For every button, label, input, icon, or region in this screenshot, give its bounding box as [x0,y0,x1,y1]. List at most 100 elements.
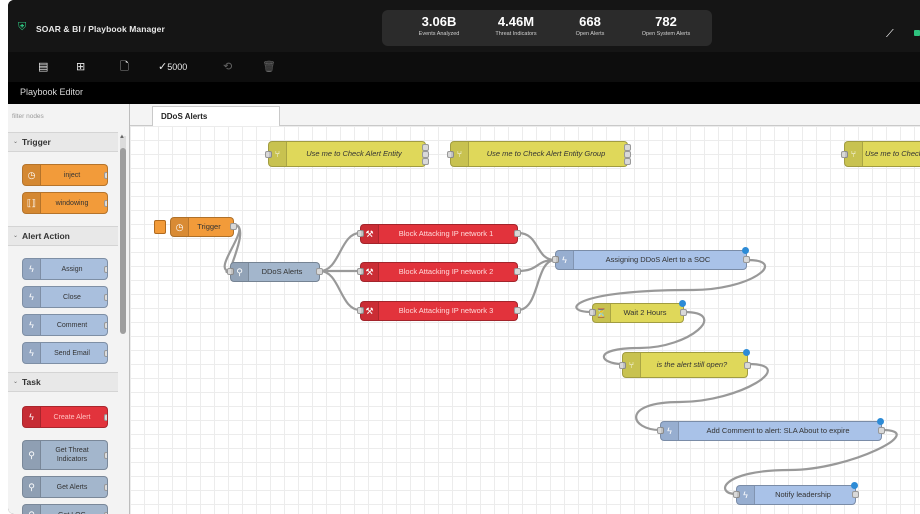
search-icon: ⚲ [231,263,249,281]
palette-node-get-threat-indicators[interactable]: ⚲ Get Threat Indicators [22,440,108,470]
category-trigger[interactable]: ⌄ Trigger [8,132,118,152]
output-port[interactable] [104,350,107,357]
bolt-icon: ϟ [661,422,679,440]
trend-icon[interactable]: ⟋ [886,28,894,41]
palette-node-send-email[interactable]: ϟ Send Email [22,342,108,364]
output-port[interactable] [624,144,631,151]
trash-icon[interactable]: 🗑 [262,60,276,74]
filter-nodes-input[interactable]: filter nodes [12,111,120,123]
palette-scrollbar-thumb[interactable] [120,148,126,334]
output-port[interactable] [744,362,751,369]
trigger-button[interactable] [154,220,166,234]
node-trigger[interactable]: ◷ Trigger [170,217,237,237]
output-port[interactable] [104,294,107,301]
palette-node-inject[interactable]: ◷ inject [22,164,108,186]
changed-indicator [679,300,686,307]
output-port[interactable] [743,256,750,263]
output-port[interactable] [422,158,429,165]
output-port[interactable] [104,172,107,179]
output-port[interactable] [104,266,107,273]
bolt-icon: ϟ [737,486,755,504]
search-icon: ⚲ [23,505,41,514]
node-block-ip-1[interactable]: ⚒ Block Attacking IP network 1 [357,224,521,244]
node-notify-leadership[interactable]: ϟ Notify leadership [733,482,859,505]
output-port[interactable] [624,151,631,158]
add-box-icon[interactable]: ⊞ [76,60,85,74]
check-button[interactable]: ✓5000 [158,60,187,74]
output-port[interactable] [104,414,107,421]
search-icon: ⚲ [23,477,41,497]
palette-node-get-alerts[interactable]: ⚲ Get Alerts [22,476,108,498]
editor-header: Playbook Editor [8,82,920,104]
bolt-icon: ϟ [23,343,41,363]
stat-threats: 4.46M Threat Indicators [495,14,537,37]
palette-node-windowing[interactable]: ⟦⟧ windowing [22,192,108,214]
wire-ddos-block1 [319,231,361,273]
category-alert-action[interactable]: ⌄ Alert Action [8,226,118,246]
app-window: ⛨ SOAR & BI / Playbook Manager 3.06B Eve… [8,0,920,514]
node-check-alert-entity-group[interactable]: ⑂ Use me to Check Alert Entity Group [447,141,631,167]
chevron-down-icon: ⌄ [13,233,19,239]
brackets-icon: ⟦⟧ [23,193,41,213]
bolt-icon: ϟ [23,259,41,279]
switch-icon: ⑂ [451,142,469,166]
flow-canvas[interactable]: ⑂ Use me to Check Alert Entity ⑂ Use me … [130,126,920,514]
node-block-ip-3[interactable]: ⚒ Block Attacking IP network 3 [357,301,521,321]
flow-wires [223,223,898,496]
changed-indicator [851,482,858,489]
category-task[interactable]: ⌄ Task [8,372,118,392]
chevron-down-icon: ⌄ [13,139,19,145]
changed-indicator [743,349,750,356]
clock-icon: ◷ [23,165,41,185]
palette-node-assign[interactable]: ϟ Assign [22,258,108,280]
output-port[interactable] [104,452,107,459]
output-port[interactable] [422,144,429,151]
node-palette: filter nodes ▲ ⌄ Trigger ◷ inject ⟦⟧ win… [8,104,130,514]
wrench-icon: ⚒ [361,263,379,281]
add-file-icon[interactable]: 🗋 [120,60,129,74]
bolt-icon: ϟ [23,407,41,427]
wire-ddos-block3 [319,269,361,312]
switch-icon: ⑂ [845,142,863,166]
stat-events: 3.06B Events Analyzed [418,14,460,37]
output-port[interactable] [316,268,323,275]
top-bar: ⛨ SOAR & BI / Playbook Manager 3.06B Eve… [8,0,920,52]
list-icon[interactable]: ▤ [38,60,48,74]
changed-indicator [877,418,884,425]
node-block-ip-2[interactable]: ⚒ Block Attacking IP network 2 [357,262,521,282]
scroll-up-icon[interactable]: ▲ [119,134,125,140]
node-assign-soc[interactable]: ϟ Assigning DDoS Alert to a SOC [552,247,750,270]
output-port[interactable] [680,309,687,316]
toolbar: ▤ ⊞ 🗋 ✓5000 ⟲ 🗑 [8,52,920,82]
output-port[interactable] [230,223,237,230]
stats-panel: 3.06B Events Analyzed 4.46M Threat Indic… [382,10,712,46]
output-port[interactable] [104,322,107,329]
output-port[interactable] [514,230,521,237]
node-add-comment[interactable]: ϟ Add Comment to alert: SLA About to exp… [657,418,885,441]
palette-node-close[interactable]: ϟ Close [22,286,108,308]
output-port[interactable] [104,484,107,491]
switch-icon: ⑂ [269,142,287,166]
output-port[interactable] [878,427,885,434]
node-ddos-alerts[interactable]: ⚲ DDoS Alerts [227,262,323,282]
node-alert-still-open[interactable]: ⑂ is the alert still open? [619,349,751,378]
bolt-icon: ϟ [23,287,41,307]
output-port[interactable] [104,200,107,207]
node-check-alert-entity[interactable]: ⑂ Use me to Check Alert Entity [265,141,429,167]
switch-icon: ⑂ [623,353,641,377]
output-port[interactable] [514,307,521,314]
tab-ddos-alerts[interactable]: DDoS Alerts [152,106,280,127]
palette-node-get-log[interactable]: ⚲ Get LOG [22,504,108,514]
refresh-icon[interactable]: ⟲ [223,60,232,74]
node-check-alert-entity-2[interactable]: ⑂ Use me to Check Alert Entity [841,141,920,167]
clock-icon: ◷ [171,218,189,236]
palette-node-comment[interactable]: ϟ Comment [22,314,108,336]
output-port[interactable] [422,151,429,158]
bolt-icon: ϟ [556,251,574,269]
output-port[interactable] [514,268,521,275]
node-wait-2-hours[interactable]: ⏳ Wait 2 Hours [589,300,687,323]
output-port[interactable] [624,158,631,165]
output-port[interactable] [852,491,859,498]
wire-block3-assign [517,258,556,312]
palette-node-create-alert[interactable]: ϟ Create Alert [22,406,108,428]
